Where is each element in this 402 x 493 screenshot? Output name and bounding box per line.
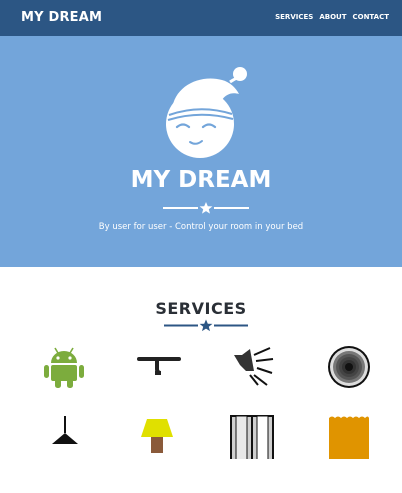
window-icon[interactable] bbox=[230, 415, 274, 459]
curtain-icon[interactable] bbox=[327, 415, 371, 459]
services-star-divider bbox=[164, 319, 248, 332]
hero-section: MY DREAM By user for user - Control your… bbox=[0, 36, 402, 267]
nav-link-services[interactable]: SERVICES bbox=[275, 13, 313, 21]
circular-disc-icon[interactable] bbox=[327, 345, 371, 389]
nav-link-contact[interactable]: CONTACT bbox=[352, 13, 389, 21]
hero-star-divider bbox=[163, 202, 249, 214]
brand-logo[interactable]: MY DREAM bbox=[21, 10, 102, 25]
pipe-valve-icon[interactable] bbox=[137, 345, 181, 389]
speaker-icon[interactable] bbox=[230, 343, 274, 387]
services-title: SERVICES bbox=[155, 299, 247, 318]
hero-title: MY DREAM bbox=[130, 167, 272, 193]
nav-links: SERVICES ABOUT CONTACT bbox=[275, 13, 389, 21]
android-icon[interactable] bbox=[42, 345, 86, 389]
nav-link-about[interactable]: ABOUT bbox=[319, 13, 346, 21]
hero-tagline: By user for user - Control your room in … bbox=[98, 222, 304, 232]
sleeping-face-icon bbox=[166, 67, 247, 158]
pendant-lamp-icon[interactable] bbox=[43, 415, 87, 459]
navbar: MY DREAM SERVICES ABOUT CONTACT bbox=[0, 0, 402, 36]
table-lamp-icon[interactable] bbox=[137, 415, 181, 459]
